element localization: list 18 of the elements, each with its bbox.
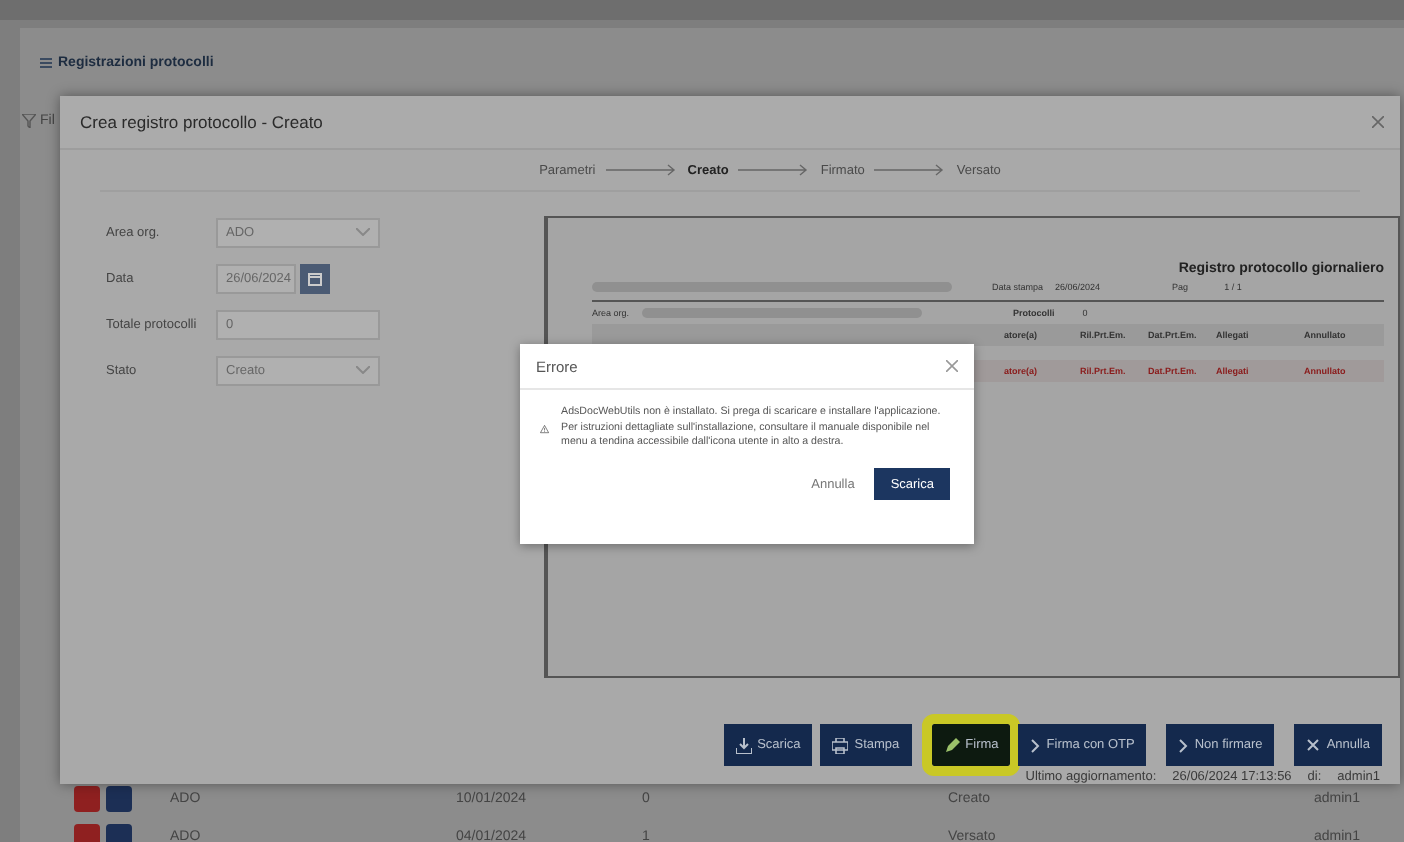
caret-icon: [356, 366, 370, 374]
chevron-right-icon: [1178, 737, 1189, 753]
arrow-icon: [874, 164, 947, 176]
close-icon[interactable]: [946, 360, 958, 372]
calendar-button[interactable]: [300, 263, 330, 293]
caret-icon: [356, 228, 370, 236]
arrow-icon: [605, 164, 678, 176]
modal-title: Crea registro protocollo - Creato: [80, 112, 323, 132]
download-icon: [735, 737, 752, 753]
filter-icon: [22, 114, 36, 128]
pen-icon: [943, 737, 960, 753]
calendar-icon: [308, 271, 322, 285]
close-icon: [1306, 738, 1321, 752]
printer-icon: [832, 737, 849, 753]
list-icon: [40, 58, 52, 68]
arrow-icon: [738, 164, 811, 176]
chevron-right-icon: [1030, 737, 1041, 753]
close-icon[interactable]: [1372, 116, 1384, 128]
